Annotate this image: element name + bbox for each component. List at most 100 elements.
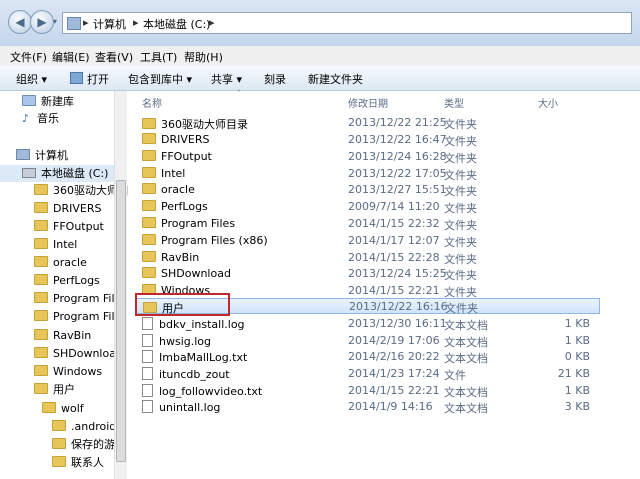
file-name-label: log_followvideo.txt bbox=[159, 385, 263, 398]
folder-icon bbox=[34, 202, 48, 213]
document-icon bbox=[142, 400, 153, 413]
folder-icon bbox=[142, 133, 156, 144]
folder-icon bbox=[34, 184, 48, 195]
table-row[interactable]: ImbaMallLog.txt 2014/2/16 20:22 文本文档 0 KB bbox=[135, 349, 600, 365]
file-size: 1 KB bbox=[564, 317, 590, 330]
file-type: 文本文档 bbox=[444, 336, 488, 349]
breadcrumb-separator: ▸ bbox=[83, 16, 89, 29]
file-type: 文本文档 bbox=[444, 319, 488, 332]
file-type: 文本文档 bbox=[444, 386, 488, 399]
nav-item-folder[interactable]: 联系人 bbox=[52, 454, 104, 471]
command-bar: 组织 ▾ 打开 包含到库中 ▾ 共享 ▾ 刻录 新建文件夹 bbox=[0, 66, 640, 91]
back-button[interactable]: ◀ bbox=[8, 10, 32, 34]
file-size: 0 KB bbox=[564, 350, 590, 363]
nav-item-folder[interactable]: PerfLogs bbox=[34, 272, 100, 289]
forward-button[interactable]: ▶ bbox=[30, 10, 54, 34]
recent-pages-dropdown[interactable]: ▾ bbox=[53, 17, 57, 26]
table-row[interactable]: unintall.log 2014/1/9 14:16 文本文档 3 KB bbox=[135, 399, 600, 415]
nav-item-computer[interactable]: 计算机 bbox=[16, 147, 68, 164]
new-folder-button[interactable]: 新建文件夹 bbox=[308, 71, 363, 87]
file-date: 2014/1/15 22:21 bbox=[348, 284, 440, 297]
file-date: 2014/2/16 20:22 bbox=[348, 350, 440, 363]
nav-item-new-library[interactable]: 新建库 bbox=[22, 93, 74, 110]
folder-icon bbox=[142, 183, 156, 194]
table-row[interactable]: SHDownload 2013/12/24 15:25 文件夹 bbox=[135, 266, 600, 282]
table-row[interactable]: log_followvideo.txt 2014/1/15 22:21 文本文档 1 … bbox=[135, 383, 600, 399]
table-row[interactable]: Program Files 2014/1/15 22:32 文件夹 bbox=[135, 216, 600, 232]
file-name: 360驱动大师目录 bbox=[142, 116, 248, 132]
table-row[interactable]: Intel 2013/12/22 17:05 文件夹 bbox=[135, 166, 600, 182]
menu-tools[interactable]: 工具(T) bbox=[140, 49, 177, 65]
table-row[interactable]: oracle 2013/12/27 15:51 文件夹 bbox=[135, 182, 600, 198]
breadcrumb-local-disk[interactable]: 本地磁盘 (C:) bbox=[143, 16, 210, 32]
nav-item-folder[interactable]: .android bbox=[52, 418, 116, 435]
file-date: 2014/1/9 14:16 bbox=[348, 400, 433, 413]
folder-icon bbox=[34, 383, 48, 394]
nav-item-folder[interactable]: SHDownload bbox=[34, 345, 123, 362]
file-name-label: hwsig.log bbox=[159, 335, 212, 348]
nav-item-local-disk[interactable]: 本地磁盘 (C:) bbox=[0, 165, 114, 182]
file-name: hwsig.log bbox=[142, 334, 211, 348]
document-icon bbox=[142, 350, 153, 363]
menu-view[interactable]: 查看(V) bbox=[95, 49, 133, 65]
nav-label: 联系人 bbox=[71, 456, 104, 469]
document-icon bbox=[142, 384, 153, 397]
organize-button[interactable]: 组织 ▾ bbox=[16, 71, 47, 87]
breadcrumb-computer[interactable]: 计算机 bbox=[93, 16, 126, 32]
nav-label: oracle bbox=[53, 256, 87, 269]
file-name-label: ituncdb_zout bbox=[159, 368, 230, 381]
breadcrumb-separator: ▸ bbox=[133, 16, 139, 29]
file-size: 1 KB bbox=[564, 384, 590, 397]
nav-item-folder[interactable]: 用户 bbox=[34, 381, 75, 398]
folder-icon bbox=[34, 220, 48, 231]
folder-icon bbox=[34, 292, 48, 303]
file-name-label: Program Files bbox=[161, 217, 236, 230]
nav-item-folder[interactable]: wolf bbox=[42, 400, 84, 417]
file-type: 文件夹 bbox=[444, 236, 477, 249]
column-header-date[interactable]: 修改日期 bbox=[348, 95, 388, 110]
address-input[interactable]: ▸ 计算机 ▸ 本地磁盘 (C:) ▸ bbox=[62, 12, 632, 34]
file-type: 文件夹 bbox=[444, 152, 477, 165]
menu-edit[interactable]: 编辑(E) bbox=[52, 49, 90, 65]
table-row[interactable]: Program Files (x86) 2014/1/17 12:07 文件夹 bbox=[135, 233, 600, 249]
table-row[interactable]: 360驱动大师目录 2013/12/22 21:25 文件夹 bbox=[135, 115, 600, 131]
table-row[interactable]: RavBin 2014/1/15 22:28 文件夹 bbox=[135, 250, 600, 266]
table-row[interactable]: DRIVERS 2013/12/22 16:47 文件夹 bbox=[135, 132, 600, 148]
nav-item-folder[interactable]: Windows bbox=[34, 363, 102, 380]
table-row[interactable]: bdkv_install.log 2013/12/30 16:11 文本文档 1 KB bbox=[135, 316, 600, 332]
share-button[interactable]: 共享 ▾ bbox=[211, 71, 242, 87]
menu-help[interactable]: 帮助(H) bbox=[184, 49, 223, 65]
table-row[interactable]: ituncdb_zout 2014/1/23 17:24 文件 21 KB bbox=[135, 366, 600, 382]
folder-icon bbox=[34, 329, 48, 340]
include-in-library-button[interactable]: 包含到库中 ▾ bbox=[128, 71, 192, 87]
column-header-name[interactable]: 名称 bbox=[142, 95, 162, 110]
folder-icon bbox=[142, 217, 156, 228]
nav-label: 音乐 bbox=[37, 112, 59, 125]
file-name: Program Files bbox=[142, 217, 235, 230]
nav-item-music[interactable]: ♪ 音乐 bbox=[22, 110, 59, 127]
nav-item-folder[interactable]: Intel bbox=[34, 236, 77, 253]
column-header-size[interactable]: 大小 bbox=[538, 95, 558, 110]
burn-button[interactable]: 刻录 bbox=[264, 71, 286, 87]
nav-item-folder[interactable]: FFOutput bbox=[34, 218, 104, 235]
folder-icon bbox=[142, 118, 156, 129]
nav-scrollbar-thumb[interactable] bbox=[116, 180, 126, 462]
table-row[interactable]: hwsig.log 2014/2/19 17:06 文本文档 1 KB bbox=[135, 333, 600, 349]
nav-item-folder[interactable]: RavBin bbox=[34, 327, 91, 344]
open-button[interactable]: 打开 bbox=[70, 71, 109, 87]
file-name: Intel bbox=[142, 167, 185, 180]
file-name: unintall.log bbox=[142, 400, 220, 414]
nav-item-folder[interactable]: DRIVERS bbox=[34, 200, 101, 217]
file-date: 2009/7/14 11:20 bbox=[348, 200, 440, 213]
file-name: log_followvideo.txt bbox=[142, 384, 262, 398]
column-header-type[interactable]: 类型 bbox=[444, 95, 464, 110]
menu-file[interactable]: 文件(F) bbox=[10, 49, 47, 65]
table-row[interactable]: PerfLogs 2009/7/14 11:20 文件夹 bbox=[135, 199, 600, 215]
file-name: Program Files (x86) bbox=[142, 234, 268, 247]
file-date: 2013/12/24 15:25 bbox=[348, 267, 447, 280]
nav-item-folder[interactable]: oracle bbox=[34, 254, 87, 271]
sort-ascending-icon: ˄ bbox=[237, 89, 241, 98]
file-type: 文件夹 bbox=[445, 302, 478, 315]
music-icon: ♪ bbox=[22, 112, 30, 125]
table-row[interactable]: FFOutput 2013/12/24 16:28 文件夹 bbox=[135, 149, 600, 165]
